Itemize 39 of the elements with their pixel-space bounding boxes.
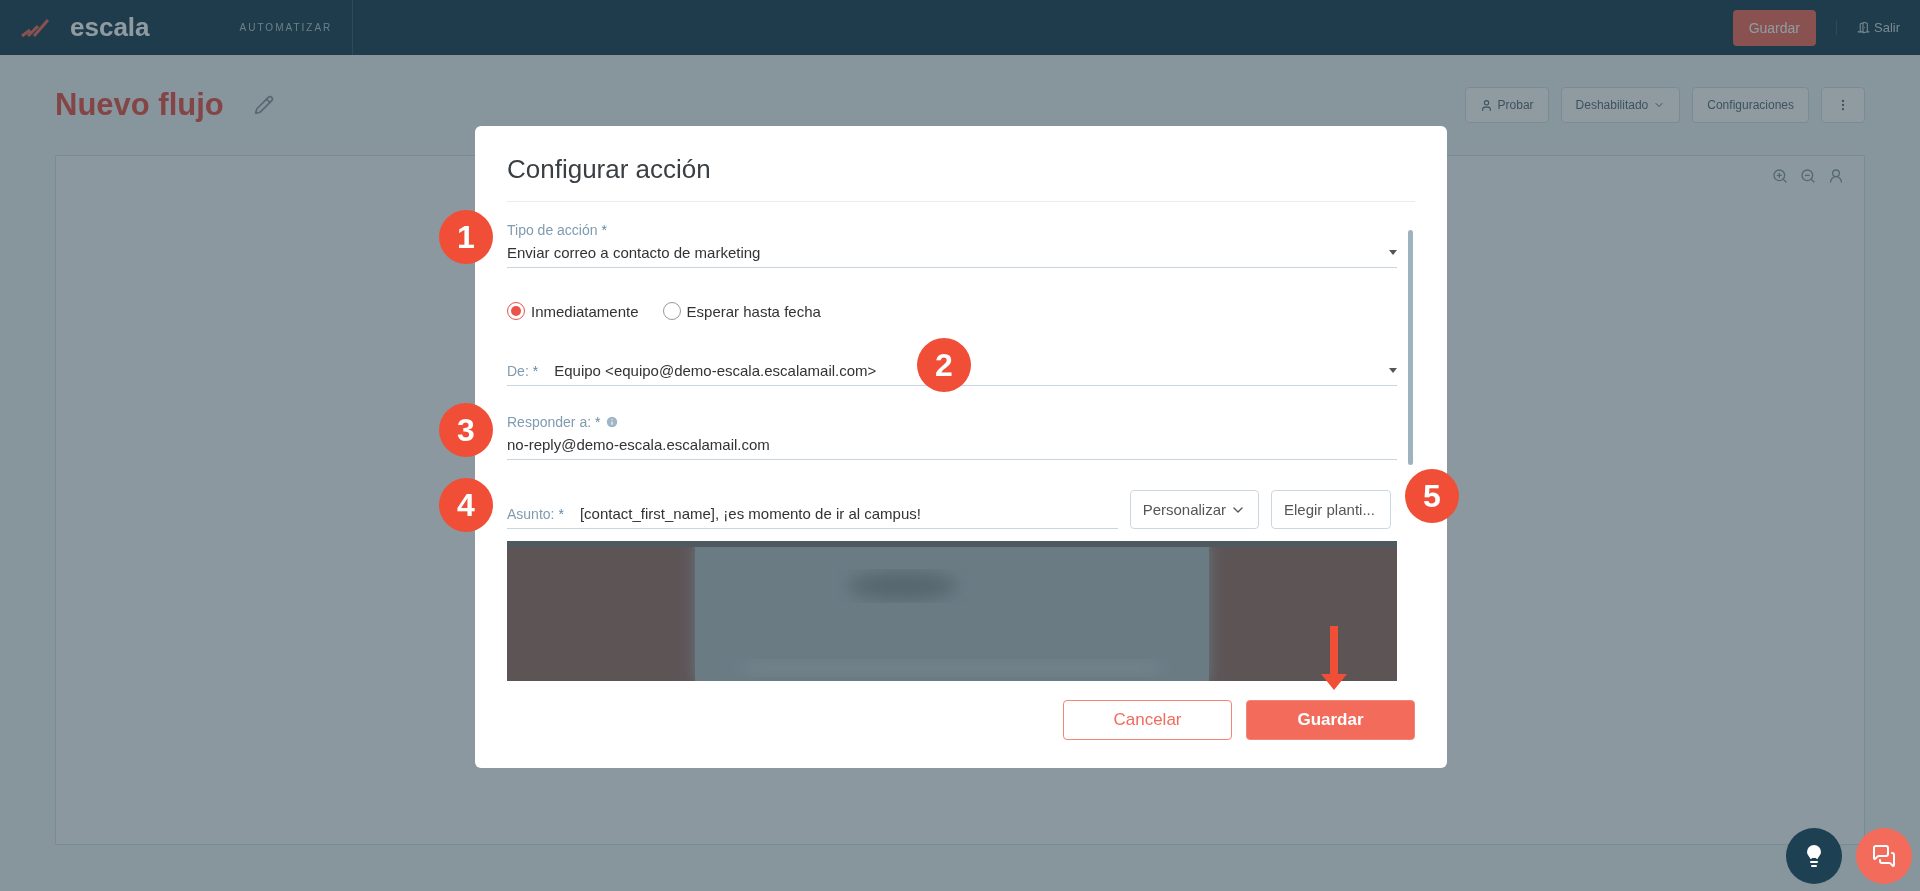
field-label: Asunto: bbox=[507, 505, 555, 522]
input-field[interactable]: Enviar correo a contacto de marketing bbox=[507, 238, 1397, 268]
user-icon bbox=[1479, 98, 1493, 112]
user-icon[interactable] bbox=[1828, 168, 1844, 184]
chat-icon bbox=[1872, 844, 1896, 868]
caret-icon bbox=[1389, 368, 1397, 373]
template-button[interactable]: Elegir planti... bbox=[1271, 490, 1391, 529]
zoom-in-icon[interactable] bbox=[1772, 168, 1788, 184]
field-label: Responder a: bbox=[507, 414, 592, 430]
field-label: De: bbox=[507, 362, 529, 379]
step-number: 3 bbox=[439, 403, 493, 457]
flow-title: Nuevo flujo bbox=[55, 87, 224, 123]
logo: escala bbox=[70, 12, 150, 43]
step-number: 1 bbox=[439, 210, 493, 264]
door-icon bbox=[1857, 21, 1870, 34]
step-number: 2 bbox=[917, 338, 971, 392]
info-icon[interactable] bbox=[604, 415, 619, 429]
required-mark: * bbox=[601, 222, 607, 238]
tips-button[interactable] bbox=[1786, 828, 1842, 884]
input-field[interactable]: Asunto: * [contact_first_name], ¡es momento de ir al campus! bbox=[507, 499, 1118, 529]
section-title: AUTOMATIZAR bbox=[239, 0, 354, 55]
radio-option[interactable]: Inmediatamente bbox=[507, 302, 639, 320]
caret-icon bbox=[1389, 250, 1397, 255]
dialog-title: Configurar acción bbox=[507, 154, 1415, 202]
more-menu-button[interactable] bbox=[1821, 87, 1865, 123]
edit-icon[interactable] bbox=[253, 95, 274, 115]
radio-option[interactable]: Esperar hasta fecha bbox=[662, 302, 821, 320]
arrow-icon bbox=[1319, 626, 1349, 692]
chat-button[interactable] bbox=[1856, 828, 1912, 884]
zoom-out-icon[interactable] bbox=[1800, 168, 1816, 184]
required-mark: * bbox=[532, 362, 539, 379]
required-mark: * bbox=[558, 505, 564, 522]
field-label: Tipo de acción bbox=[507, 222, 598, 238]
step-number: 4 bbox=[439, 478, 493, 532]
step-number: 5 bbox=[1405, 469, 1459, 523]
logo-icon bbox=[20, 17, 50, 38]
input-field[interactable]: no-reply@demo-escala.escalamail.com bbox=[507, 430, 1397, 460]
required-mark: * bbox=[595, 414, 601, 430]
personalize-button[interactable]: Personalizar bbox=[1129, 490, 1259, 529]
